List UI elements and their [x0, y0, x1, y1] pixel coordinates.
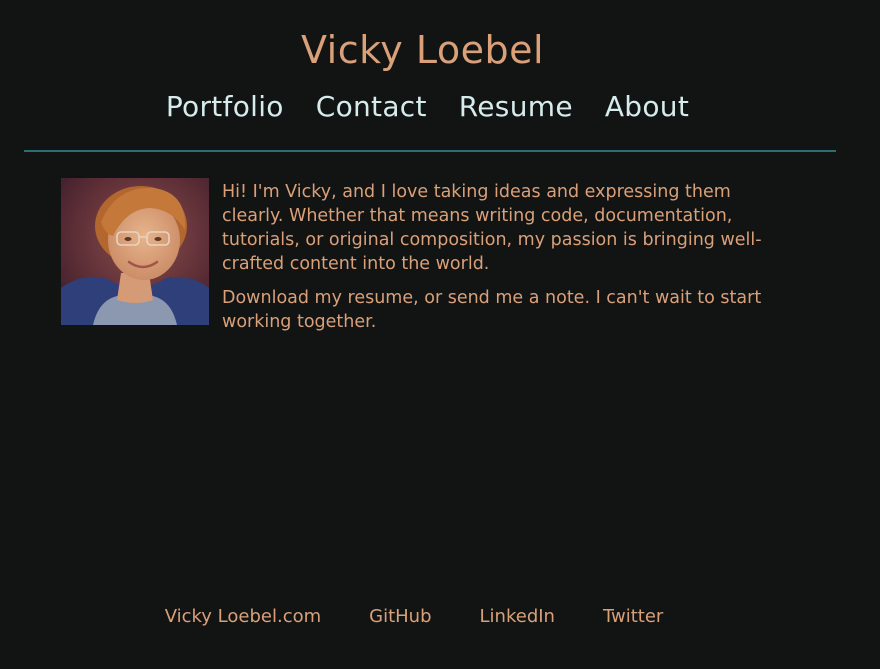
footer-twitter-link[interactable]: Twitter	[603, 606, 663, 627]
footer-links: Vicky Loebel.com GitHub LinkedIn Twitter	[0, 606, 828, 627]
intro-text: Hi! I'm Vicky, and I love taking ideas a…	[222, 180, 762, 344]
footer-website-link[interactable]: Vicky Loebel.com	[165, 606, 321, 627]
intro-paragraph: Hi! I'm Vicky, and I love taking ideas a…	[222, 182, 762, 274]
footer-linkedin-link[interactable]: LinkedIn	[480, 606, 555, 627]
header-divider	[24, 150, 836, 152]
page: Vicky Loebel Portfolio Contact Resume Ab…	[0, 0, 880, 669]
nav-contact-link[interactable]: Contact	[316, 90, 427, 123]
nav-about-link[interactable]: About	[605, 90, 689, 123]
avatar	[61, 178, 209, 325]
site-title: Vicky Loebel	[300, 28, 545, 72]
cta-paragraph: Download my resume, or send me a note. I…	[222, 288, 762, 332]
nav-resume-link[interactable]: Resume	[459, 90, 573, 123]
main-nav: Portfolio Contact Resume About	[0, 90, 855, 123]
footer-github-link[interactable]: GitHub	[369, 606, 431, 627]
profile-photo	[61, 178, 209, 325]
nav-portfolio-link[interactable]: Portfolio	[166, 90, 284, 123]
